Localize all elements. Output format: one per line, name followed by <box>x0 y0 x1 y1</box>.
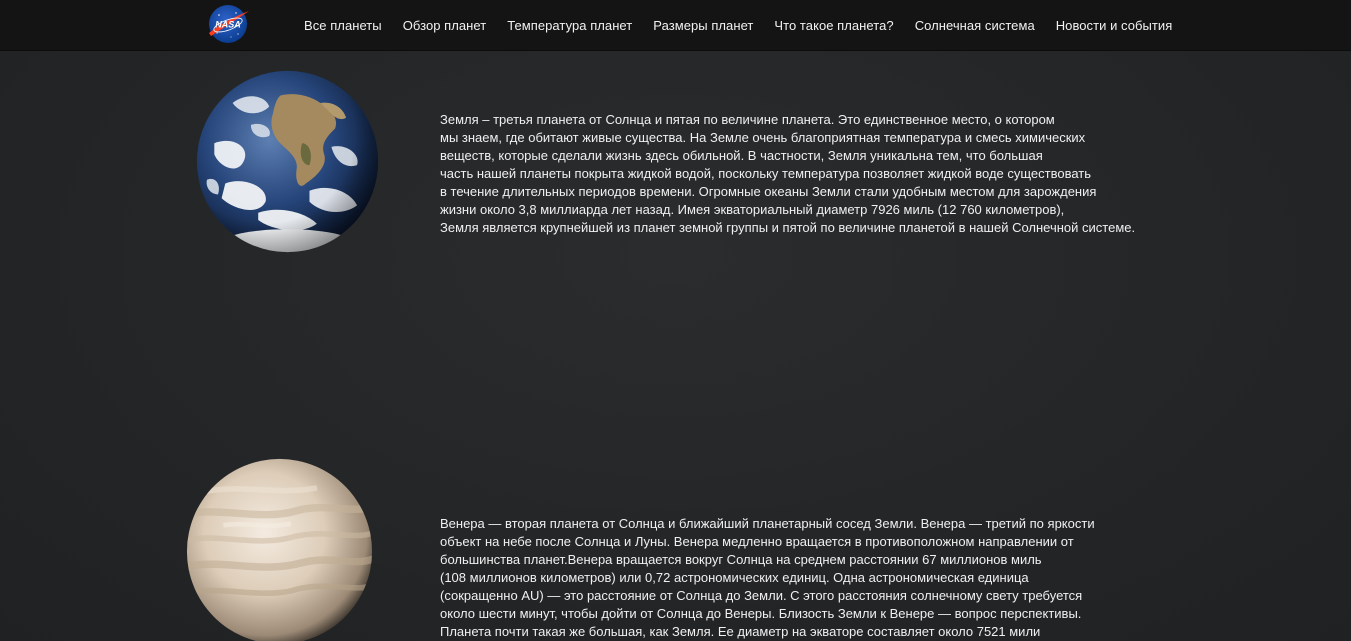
venus-text-line: Венера — вторая планета от Солнца и ближ… <box>440 516 1095 531</box>
earth-text-line: часть нашей планеты покрыта жидкой водой… <box>440 166 1092 181</box>
nav-item-planet-temperature[interactable]: Температура планет <box>507 18 632 33</box>
page: NASA Все планеты Обзор планет Температур… <box>0 0 1351 641</box>
venus-text-line: около шести минут, чтобы дойти от Солнца… <box>440 606 1082 621</box>
nav-item-solar-system[interactable]: Солнечная система <box>915 18 1035 33</box>
nav-item-news-events[interactable]: Новости и события <box>1056 18 1173 33</box>
nav-item-planet-overview[interactable]: Обзор планет <box>403 18 487 33</box>
earth-text-line: Земля – третья планета от Солнца и пятая… <box>440 112 1055 127</box>
earth-text-line: жизни около 3,8 миллиарда лет назад. Име… <box>440 202 1065 217</box>
earth-image <box>196 70 379 253</box>
earth-text-line: Земля является крупнейшей из планет земн… <box>440 220 1136 235</box>
venus-text-line: (сокращенно AU) — это расстояние от Солн… <box>440 588 1083 603</box>
earth-text-line: мы знаем, где обитают живые существа. На… <box>440 130 1086 145</box>
nav-item-planet-sizes[interactable]: Размеры планет <box>653 18 753 33</box>
nasa-logo[interactable]: NASA <box>205 3 251 45</box>
venus-text-line: (108 миллионов километров) или 0,72 астр… <box>440 570 1029 585</box>
earth-text-line: веществ, которые сделали жизнь здесь оби… <box>440 148 1043 163</box>
logo-text: NASA <box>215 20 241 30</box>
venus-text-line: Планета почти такая же большая, как Земл… <box>440 624 1041 639</box>
nav-item-all-planets[interactable]: Все планеты <box>304 18 382 33</box>
main-nav: Все планеты Обзор планет Температура пла… <box>304 0 1193 50</box>
nav-item-what-is-planet[interactable]: Что такое планета? <box>774 18 893 33</box>
venus-text-line: объект на небе после Солнца и Луны. Вене… <box>440 534 1074 549</box>
navbar: NASA Все планеты Обзор планет Температур… <box>0 0 1351 51</box>
earth-text-line: в течение длительных периодов времени. О… <box>440 184 1097 199</box>
earth-description: Земля – третья планета от Солнца и пятая… <box>440 111 1135 237</box>
venus-image <box>186 458 373 641</box>
venus-description: Венера — вторая планета от Солнца и ближ… <box>440 515 1095 641</box>
venus-text-line: большинства планет.Венера вращается вокр… <box>440 552 1042 567</box>
